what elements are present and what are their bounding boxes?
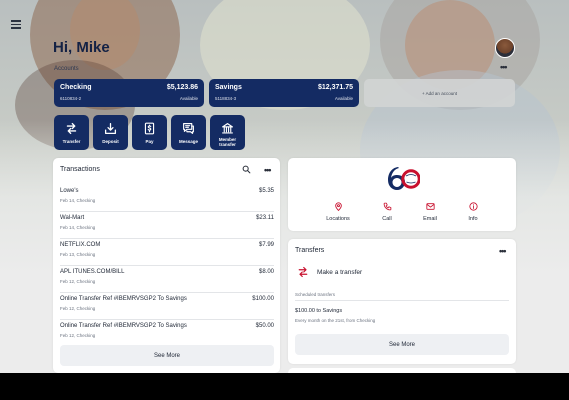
transaction-description: Online Transfer Ref #IBEMRVSGP2 To Savin… bbox=[60, 296, 187, 302]
transaction-meta: Feb 14, Checking bbox=[60, 198, 96, 203]
profile-avatar[interactable] bbox=[495, 38, 515, 58]
transaction-row[interactable]: Online Transfer Ref #IBEMRVSGP2 To Savin… bbox=[60, 320, 274, 347]
quick-link-label: Call bbox=[382, 216, 392, 222]
quick-link-label: Email bbox=[423, 216, 437, 222]
quick-link-label: Info bbox=[468, 216, 478, 222]
transactions-see-more-button[interactable]: See More bbox=[60, 345, 274, 366]
menu-icon[interactable] bbox=[11, 20, 21, 29]
email-icon bbox=[425, 203, 435, 210]
transfers-title: Transfers bbox=[295, 247, 325, 254]
deposit-icon bbox=[104, 122, 117, 135]
action-label: Transfer bbox=[62, 139, 81, 144]
transactions-more-icon[interactable]: ••• bbox=[264, 165, 272, 175]
transaction-row[interactable]: Wal-Mart Feb 14, Checking $23.11 bbox=[60, 212, 274, 239]
transfers-see-more-button[interactable]: See More bbox=[295, 334, 509, 355]
account-name: Savings bbox=[215, 84, 242, 91]
locations-link[interactable]: Locations bbox=[318, 202, 358, 222]
accounts-label: Accounts bbox=[54, 66, 79, 72]
divider bbox=[295, 300, 509, 301]
transaction-amount: $7.99 bbox=[258, 242, 274, 248]
phone-icon bbox=[383, 202, 391, 211]
transaction-row[interactable]: APL ITUNES.COM/BILL Feb 12, Checking $8.… bbox=[60, 266, 274, 293]
action-label: Member transfer bbox=[218, 137, 237, 147]
info-link[interactable]: Info bbox=[453, 202, 493, 222]
deposit-button[interactable]: Deposit bbox=[93, 115, 128, 150]
transaction-description: Online Transfer Ref #IBEMRVSGP2 To Savin… bbox=[60, 323, 187, 329]
transaction-amount: $8.00 bbox=[258, 269, 274, 275]
account-card-savings[interactable]: Savings 5118834-3 $12,371.75 Available bbox=[209, 79, 359, 107]
transaction-meta: Feb 12, Checking bbox=[60, 306, 96, 311]
transaction-meta: Feb 12, Checking bbox=[60, 279, 96, 284]
transaction-row[interactable]: NETFLIX.COM Feb 13, Checking $7.99 bbox=[60, 239, 274, 266]
account-balance-label: Available bbox=[179, 96, 198, 101]
message-icon bbox=[183, 123, 194, 134]
make-transfer-label: Make a transfer bbox=[317, 269, 363, 276]
message-button[interactable]: Message bbox=[171, 115, 206, 150]
action-label: Message bbox=[178, 139, 198, 144]
scheduled-transfer-amount[interactable]: $100.00 to Savings bbox=[295, 308, 342, 314]
pay-icon bbox=[144, 122, 155, 135]
account-name: Checking bbox=[60, 84, 92, 91]
transactions-title: Transactions bbox=[60, 166, 100, 173]
action-label: Deposit bbox=[102, 139, 119, 144]
quick-link-label: Locations bbox=[326, 216, 350, 222]
transaction-description: Wal-Mart bbox=[60, 215, 85, 221]
search-icon[interactable] bbox=[242, 165, 251, 174]
transaction-meta: Feb 14, Checking bbox=[60, 225, 96, 230]
next-panel-peek bbox=[288, 368, 516, 373]
transaction-description: APL ITUNES.COM/BILL bbox=[60, 269, 125, 275]
app-screen: Hi, Mike Accounts ••• Checking 6110834-2… bbox=[0, 0, 569, 373]
pay-button[interactable]: Pay bbox=[132, 115, 167, 150]
transaction-amount: $23.11 bbox=[256, 215, 274, 221]
transfers-panel: Transfers ••• Make a transfer Scheduled … bbox=[288, 239, 516, 364]
bank-logo bbox=[388, 167, 420, 190]
transaction-amount: $100.00 bbox=[252, 296, 274, 302]
action-label: Pay bbox=[145, 139, 154, 144]
scheduled-transfers-label: Scheduled transfers bbox=[295, 292, 336, 297]
accounts-more-icon[interactable]: ••• bbox=[500, 62, 508, 72]
transaction-row[interactable]: Online Transfer Ref #IBEMRVSGP2 To Savin… bbox=[60, 293, 274, 320]
greeting: Hi, Mike bbox=[53, 39, 110, 56]
add-account-button[interactable]: + Add an account bbox=[364, 79, 515, 107]
transaction-meta: Feb 12, Checking bbox=[60, 333, 96, 338]
transfer-icon bbox=[298, 266, 308, 278]
call-link[interactable]: Call bbox=[367, 202, 407, 222]
bank-info-panel: Locations Call Email Info bbox=[288, 158, 516, 231]
email-link[interactable]: Email bbox=[410, 202, 450, 222]
transaction-meta: Feb 13, Checking bbox=[60, 252, 96, 257]
location-pin-icon bbox=[334, 202, 342, 211]
transfers-more-icon[interactable]: ••• bbox=[499, 246, 507, 256]
transfer-icon bbox=[66, 122, 77, 135]
transactions-panel: Transactions ••• Lowe's Feb 14, Checking… bbox=[53, 158, 280, 373]
transaction-description: Lowe's bbox=[60, 188, 79, 194]
account-card-checking[interactable]: Checking 6110834-2 $5,123.86 Available bbox=[54, 79, 204, 107]
account-number: 5118834-3 bbox=[215, 96, 237, 101]
transaction-amount: $50.00 bbox=[255, 323, 274, 329]
account-number: 6110834-2 bbox=[60, 96, 82, 101]
account-balance-label: Available bbox=[334, 96, 353, 101]
member-transfer-button[interactable]: Member transfer bbox=[210, 115, 245, 150]
transfer-button[interactable]: Transfer bbox=[54, 115, 89, 150]
account-balance: $12,371.75 bbox=[317, 84, 353, 91]
scheduled-transfer-frequency: Every month on the 21st, from Checking bbox=[295, 318, 376, 323]
transaction-row[interactable]: Lowe's Feb 14, Checking $5.35 bbox=[60, 185, 274, 212]
info-icon bbox=[468, 202, 478, 211]
bank-icon bbox=[222, 123, 233, 134]
transaction-description: NETFLIX.COM bbox=[60, 242, 101, 248]
account-balance: $5,123.86 bbox=[166, 84, 198, 91]
transaction-amount: $5.35 bbox=[258, 188, 274, 194]
